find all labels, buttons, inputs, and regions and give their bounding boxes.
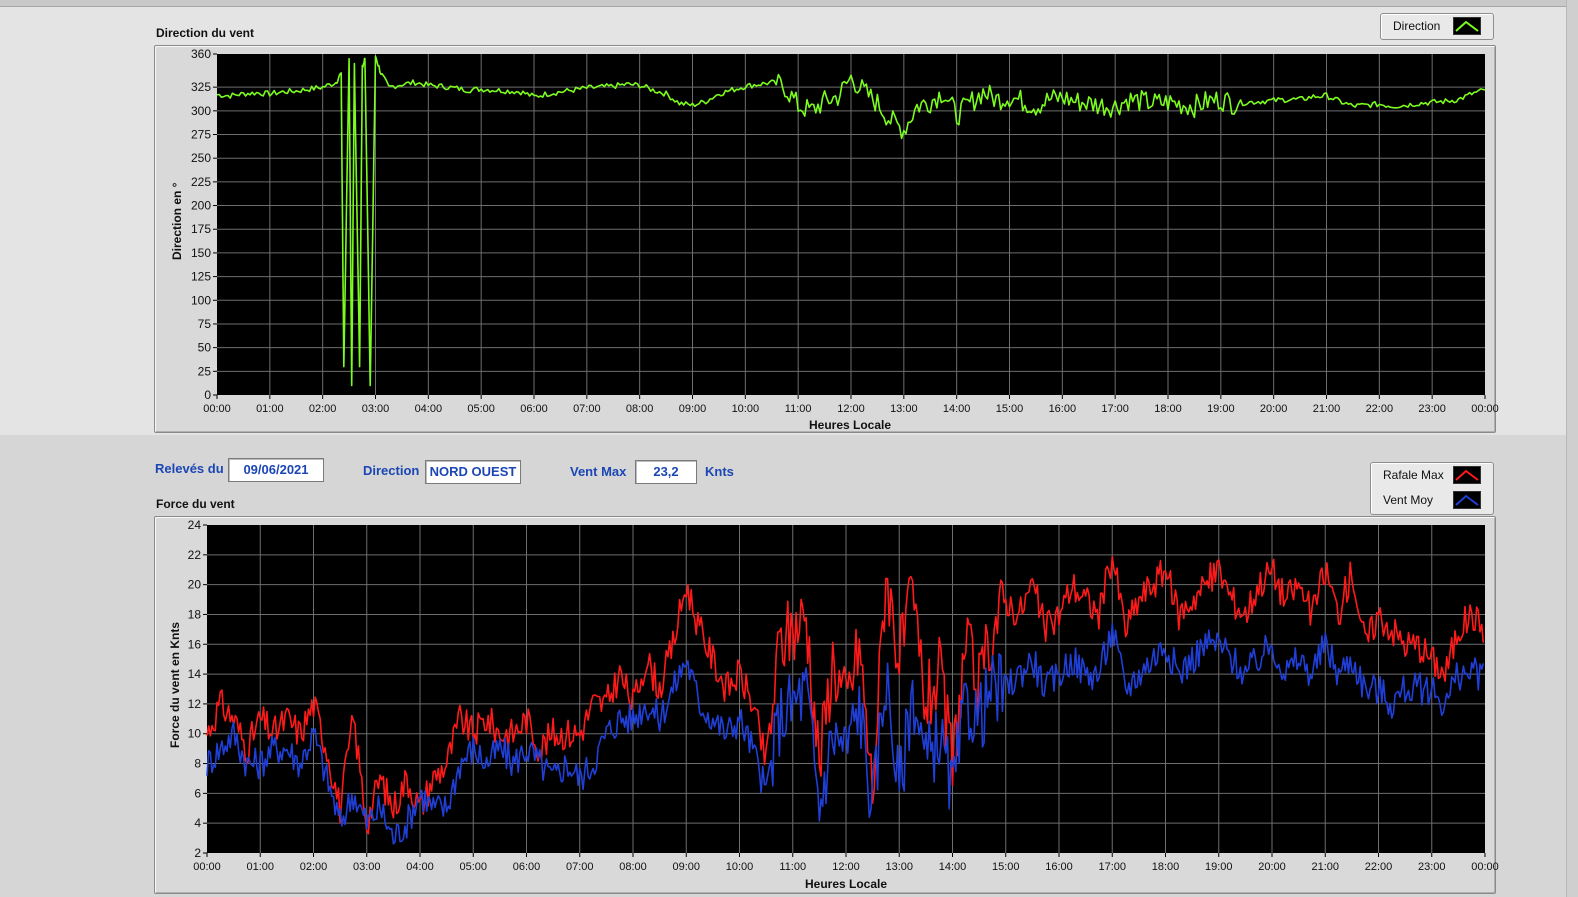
x-tick-label: 19:00 (1205, 861, 1233, 873)
y-tick-label: 22 (188, 548, 202, 562)
x-tick-label: 22:00 (1365, 861, 1393, 873)
x-tick-label: 08:00 (619, 861, 647, 873)
y-tick-label: 24 (188, 518, 202, 532)
force-y-axis-title: Force du vent en Knts (168, 621, 182, 748)
x-tick-label: 13:00 (885, 861, 913, 873)
x-tick-label: 09:00 (672, 861, 700, 873)
force-chart-svg: 00:00 01:00 02:00 03:00 04:00 05:00 06:00 07:00… (188, 518, 1499, 873)
y-tick-label: 18 (188, 607, 202, 621)
y-tick-label: 4 (194, 816, 201, 830)
x-tick-label: 02:00 (300, 861, 328, 873)
x-tick-label: 07:00 (566, 861, 594, 873)
x-tick-label: 11:00 (779, 861, 806, 873)
x-tick-label: 15:00 (992, 861, 1020, 873)
x-tick-label: 06:00 (513, 861, 541, 873)
x-tick-label: 01:00 (246, 861, 274, 873)
x-tick-label: 21:00 (1311, 861, 1339, 873)
force-x-axis-title: Heures Locale (804, 877, 888, 891)
x-tick-label: 00:00 (1471, 861, 1499, 873)
x-tick-label: 12:00 (832, 861, 860, 873)
y-tick-label: 2 (194, 846, 201, 860)
y-tick-label: 14 (188, 667, 202, 681)
y-tick-label: 10 (188, 727, 202, 741)
x-tick-label: 18:00 (1152, 861, 1180, 873)
x-tick-label: 16:00 (1045, 861, 1073, 873)
x-tick-label: 03:00 (353, 861, 381, 873)
x-tick-label: 10:00 (726, 861, 754, 873)
x-tick-label: 14:00 (939, 861, 967, 873)
y-tick-label: 16 (188, 637, 202, 651)
x-tick-label: 23:00 (1418, 861, 1446, 873)
x-tick-label: 00:00 (193, 861, 221, 873)
y-tick-label: 20 (188, 578, 202, 592)
y-tick-label: 6 (194, 786, 201, 800)
y-tick-label: 8 (194, 757, 201, 771)
x-tick-label: 17:00 (1098, 861, 1126, 873)
x-tick-label: 20:00 (1258, 861, 1286, 873)
x-tick-label: 04:00 (406, 861, 434, 873)
y-tick-label: 12 (188, 697, 202, 711)
x-tick-label: 05:00 (459, 861, 487, 873)
